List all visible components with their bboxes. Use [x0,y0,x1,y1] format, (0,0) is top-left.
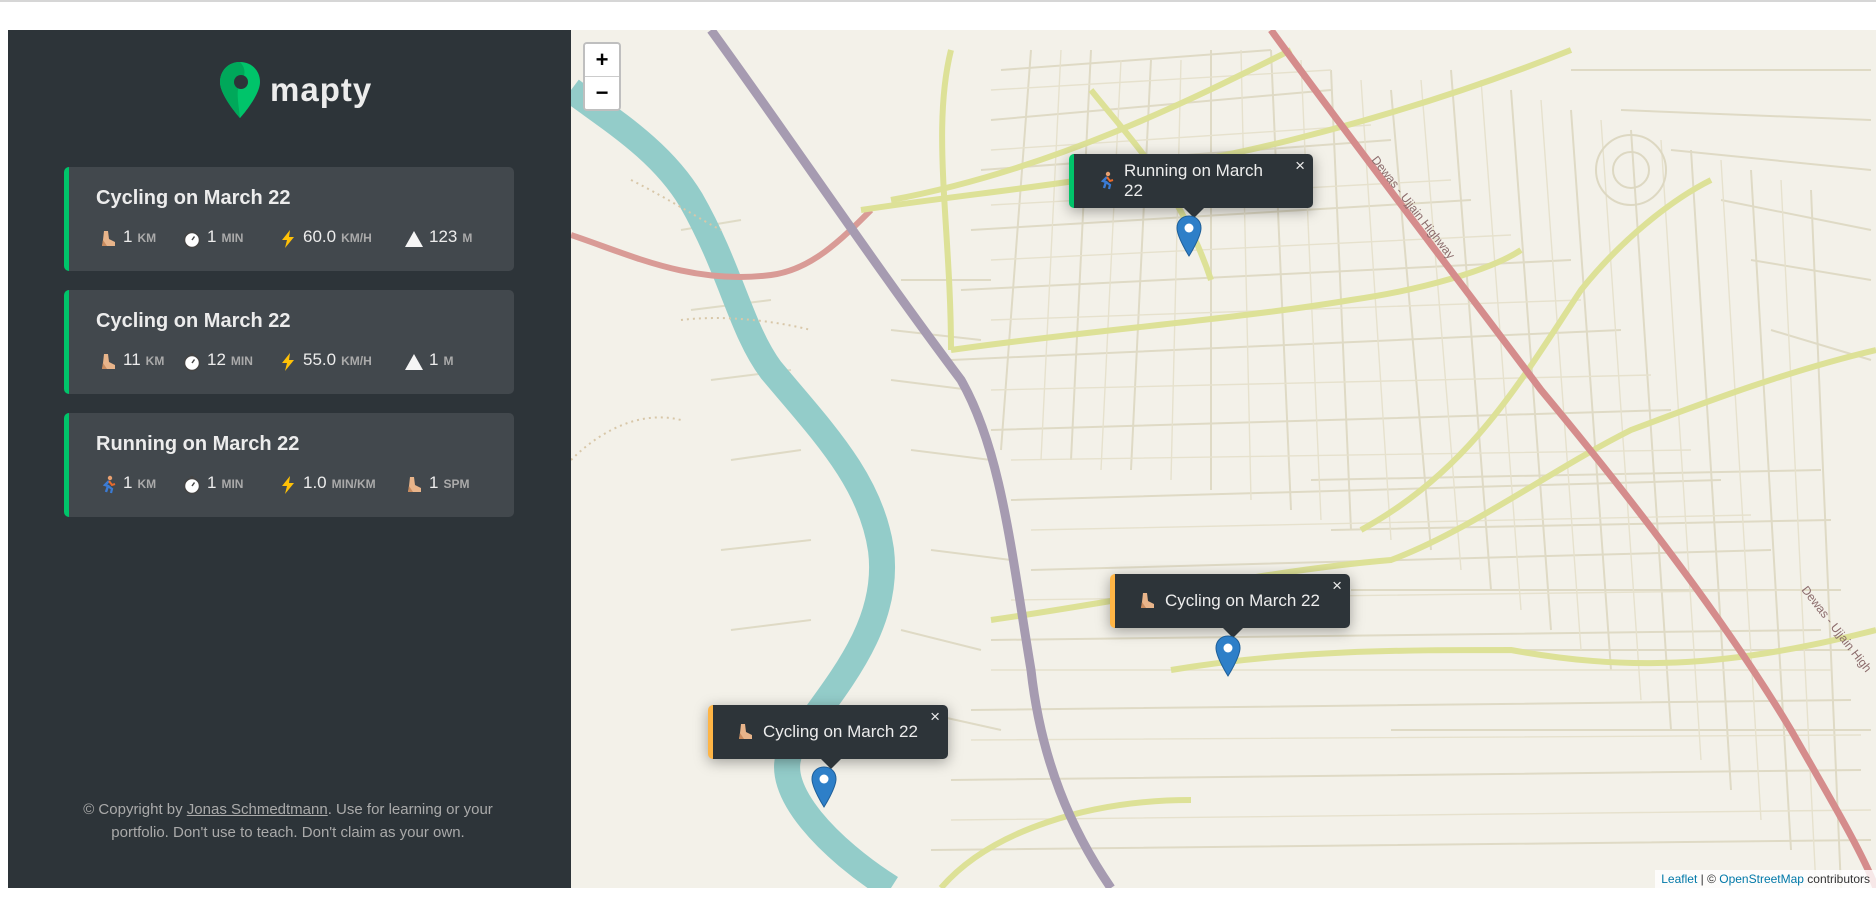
workout-detail-duration: 1 min [180,473,276,497]
detail-value: 60.0 [303,227,337,246]
running-icon [1096,171,1116,191]
detail-unit: km [137,477,157,491]
workout-detail-elevation: 123 m [402,227,472,251]
stopwatch-icon [180,473,204,497]
detail-value: 1.0 [303,473,327,492]
workout-detail-distance: 11 km [96,350,180,374]
detail-unit: m [443,354,454,368]
map-attribution: Leaflet | © OpenStreetMap contributors [1655,870,1876,888]
workout-popup-cycling[interactable]: Cycling on March 22 × [1110,574,1350,638]
popup-label: Cycling on March 22 [763,722,918,741]
workout-details: 1 km 1 min 60.0 km/h 12 [96,227,472,251]
workout-detail-cadence: 1 spm [402,473,469,497]
workout-detail-duration: 1 min [180,227,276,251]
workout-detail-distance: 1 km [96,473,180,497]
lightning-icon [276,350,300,374]
workout-popup-cycling[interactable]: Cycling on March 22 × [708,705,948,769]
workout-list: Cycling on March 22 1 km 1 min 60.0 [64,167,514,536]
map[interactable]: Dewas - Ujjain Highway Dewas - Ujjain Hi… [571,30,1876,888]
detail-unit: km/h [341,354,372,368]
popup-label: Running on March 22 [1124,161,1263,200]
mountain-icon [402,227,426,251]
workout-detail-duration: 12 min [180,350,276,374]
popup-label: Cycling on March 22 [1165,591,1320,610]
detail-value: 1 [429,350,439,369]
detail-unit: spm [443,477,470,491]
detail-unit: min [221,477,244,491]
workout-title: Cycling on March 22 [96,310,291,332]
stopwatch-icon [180,350,204,374]
cycling-icon [96,350,120,374]
workout-details: 1 km 1 min 1.0 min/km 1 [96,473,469,497]
stopwatch-icon [180,227,204,251]
leaflet-link[interactable]: Leaflet [1661,872,1697,886]
running-icon [96,473,120,497]
workout-title: Cycling on March 22 [96,187,291,209]
workout-item-running[interactable]: Running on March 22 1 km 1 min 1.0 [64,413,514,517]
detail-unit: min/km [331,477,376,491]
map-marker-icon[interactable] [1176,215,1202,257]
workout-detail-pace: 1.0 min/km [276,473,402,497]
logo: mapty [216,60,372,120]
detail-value: 1 [207,473,217,492]
cycling-icon [735,722,755,742]
workout-title: Running on March 22 [96,433,300,455]
lightning-icon [276,227,300,251]
workout-detail-speed: 55.0 km/h [276,350,402,374]
copyright-prefix: © Copyright by [83,801,187,818]
popup-close-button[interactable]: × [1332,576,1342,596]
logo-text: mapty [270,71,373,108]
sidebar: mapty Cycling on March 22 1 km 1 min [8,30,571,888]
detail-unit: km/h [341,231,372,245]
author-link[interactable]: Jonas Schmedtmann [187,801,328,818]
detail-unit: km [137,231,157,245]
zoom-out-button[interactable]: − [585,76,619,109]
detail-value: 1 [429,473,439,492]
attribution-separator: | © [1697,872,1720,886]
popup-close-button[interactable]: × [930,707,940,727]
lightning-icon [276,473,300,497]
footprint-icon [402,473,426,497]
mountain-icon [402,350,426,374]
detail-unit: min [230,354,253,368]
workout-details: 11 km 12 min 55.0 km/h [96,350,453,374]
detail-value: 1 [123,473,133,492]
zoom-control: + − [583,42,621,111]
detail-unit: min [221,231,244,245]
detail-value: 55.0 [303,350,337,369]
map-pin-logo-icon [220,62,260,118]
cycling-icon [1137,591,1157,611]
detail-unit: km [145,354,165,368]
detail-value: 12 [207,350,226,369]
zoom-in-button[interactable]: + [585,44,619,76]
workout-detail-speed: 60.0 km/h [276,227,402,251]
workout-detail-distance: 1 km [96,227,180,251]
detail-value: 1 [123,227,133,246]
app-container: mapty Cycling on March 22 1 km 1 min [8,30,1876,888]
workout-popup-running[interactable]: Running on March 22 × [1069,154,1313,218]
map-marker-icon[interactable] [1215,635,1241,677]
attribution-suffix: contributors [1803,872,1870,886]
detail-unit: m [462,231,473,245]
openstreetmap-link[interactable]: OpenStreetMap [1719,872,1804,886]
browser-top-border [0,0,1876,2]
map-marker-icon[interactable] [811,766,837,808]
cycling-icon [96,227,120,251]
workout-item-cycling[interactable]: Cycling on March 22 11 km 12 min 55.0 [64,290,514,394]
workout-detail-elevation: 1 m [402,350,453,374]
copyright: © Copyright by Jonas Schmedtmann. Use fo… [78,798,498,844]
popup-close-button[interactable]: × [1295,156,1305,176]
detail-value: 1 [207,227,217,246]
detail-value: 11 [123,350,141,369]
detail-value: 123 [429,227,458,246]
workout-item-cycling[interactable]: Cycling on March 22 1 km 1 min 60.0 [64,167,514,271]
